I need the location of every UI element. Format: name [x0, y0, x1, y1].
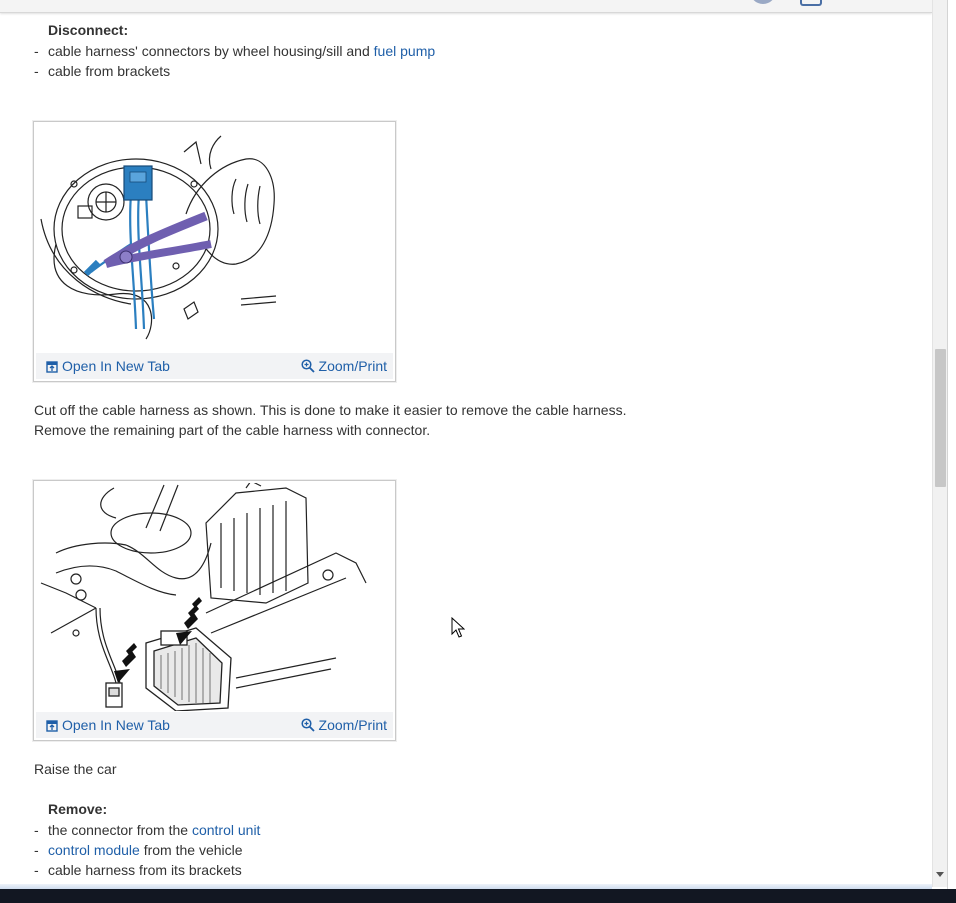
control-unit-link[interactable]: control unit — [192, 822, 260, 838]
open-in-new-tab-button[interactable]: Open In New Tab — [46, 358, 170, 374]
disconnect-heading: Disconnect: — [48, 22, 129, 38]
list-item: - cable harness from its brackets — [34, 862, 242, 878]
illustration-cutting-harness — [36, 124, 393, 352]
remove-remaining-instruction: Remove the remaining part of the cable h… — [34, 422, 431, 438]
document-viewport: Disconnect: - cable harness' connectors b… — [0, 0, 956, 903]
window-edge — [947, 0, 956, 903]
list-item: - cable from brackets — [34, 63, 171, 79]
top-toolbar — [0, 0, 932, 13]
control-module-link[interactable]: control module — [48, 842, 140, 858]
list-item: - cable harness' connectors by wheel hous… — [34, 43, 436, 59]
scroll-down-arrow-icon[interactable] — [936, 872, 944, 877]
figure-cut-harness: Open In New Tab Zoom/Print — [33, 121, 396, 382]
mouse-cursor-icon — [451, 617, 465, 638]
figure-footer: Open In New Tab Zoom/Print — [36, 712, 393, 738]
vertical-scrollbar[interactable] — [932, 0, 947, 887]
figure-footer: Open In New Tab Zoom/Print — [36, 353, 393, 379]
scrollbar-thumb[interactable] — [935, 349, 946, 487]
raise-car-instruction: Raise the car — [34, 761, 117, 777]
user-avatar[interactable] — [750, 0, 776, 4]
open-in-new-tab-icon — [46, 361, 58, 373]
zoom-magnifier-icon — [300, 359, 315, 373]
figure-control-module: Open In New Tab Zoom/Print — [33, 480, 396, 741]
open-in-new-tab-button[interactable]: Open In New Tab — [46, 717, 170, 733]
cutoff-instruction: Cut off the cable harness as shown. This… — [34, 402, 627, 418]
remove-heading: Remove: — [48, 801, 108, 817]
os-taskbar — [0, 889, 956, 903]
list-item: - the connector from the control unit — [34, 822, 261, 838]
document-icon[interactable] — [800, 0, 822, 6]
open-in-new-tab-icon — [46, 720, 58, 732]
zoom-print-button[interactable]: Zoom/Print — [300, 717, 387, 733]
fuel-pump-link[interactable]: fuel pump — [374, 43, 435, 59]
zoom-magnifier-icon — [300, 718, 315, 732]
illustration-control-module — [36, 480, 393, 712]
zoom-print-button[interactable]: Zoom/Print — [300, 358, 387, 374]
list-item: - control module from the vehicle — [34, 842, 243, 858]
